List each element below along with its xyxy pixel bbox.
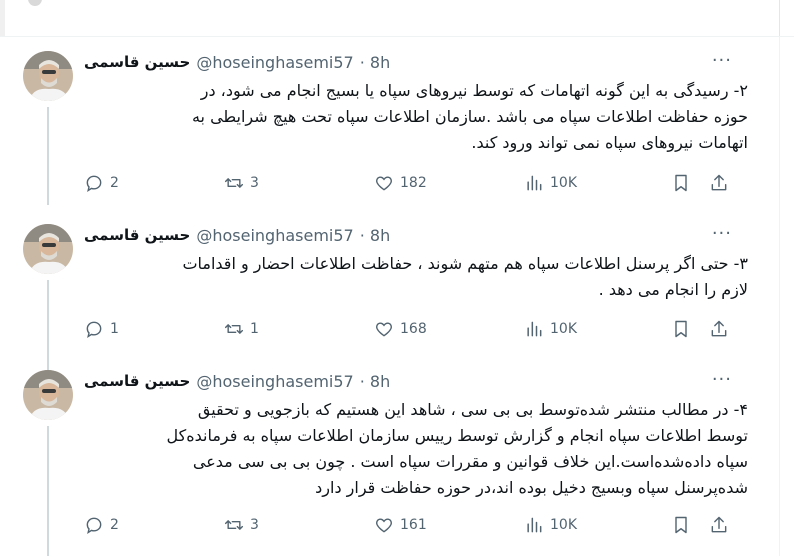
display-name[interactable]: حسین قاسمی xyxy=(84,226,190,244)
bookmark-button[interactable] xyxy=(671,513,691,537)
share-button[interactable] xyxy=(709,171,729,195)
timestamp[interactable]: · 8h xyxy=(360,226,391,245)
tweet-text-line: حوزه حفاظت اطلاعات سپاه می باشد .سازمان … xyxy=(191,107,748,126)
tweet-text-line: ۴- در مطالب منتشر شده‌توسط بی بی سی ، شا… xyxy=(197,400,748,419)
avatar-edge xyxy=(28,0,42,6)
tweet-text: ۴- در مطالب منتشر شده‌توسط بی بی سی ، شا… xyxy=(84,397,748,501)
tweet-header: حسین قاسمی @hoseinghasemi57 · 8h xyxy=(84,51,390,73)
like-count: 182 xyxy=(400,175,427,191)
views-button[interactable]: 10K xyxy=(524,317,577,341)
tweet-text: ۳- حتی اگر پرسنل اطلاعات سپاه هم متهم شو… xyxy=(84,251,748,303)
share-button[interactable] xyxy=(709,513,729,537)
tweet[interactable]: حسین قاسمی @hoseinghasemi57 · 8h ··· ۳- … xyxy=(0,224,794,374)
tweet-actions: 1 1 168 10K xyxy=(84,317,744,341)
reply-icon xyxy=(86,321,102,339)
share-button[interactable] xyxy=(709,317,729,341)
analytics-icon xyxy=(527,517,542,533)
retweet-count: 3 xyxy=(250,517,259,533)
retweet-icon xyxy=(224,178,244,188)
display-name[interactable]: حسین قاسمی xyxy=(84,53,190,71)
tweet-text-line: اتهامات نیروهای سپاه نمی تواند ورود کند. xyxy=(471,133,748,152)
avatar[interactable] xyxy=(23,51,73,101)
reply-button[interactable]: 1 xyxy=(84,317,119,341)
timestamp[interactable]: · 8h xyxy=(360,372,391,391)
divider xyxy=(779,0,780,36)
previous-tweet-edge xyxy=(0,0,794,37)
tweet-actions: 2 3 161 10K xyxy=(84,513,744,537)
username[interactable]: @hoseinghasemi57 xyxy=(196,372,353,391)
thread-connector xyxy=(47,426,49,556)
like-count: 161 xyxy=(400,517,427,533)
like-count: 168 xyxy=(400,321,427,337)
views-button[interactable]: 10K xyxy=(524,171,577,195)
retweet-button[interactable]: 3 xyxy=(224,171,259,195)
like-button[interactable]: 168 xyxy=(374,317,427,341)
username[interactable]: @hoseinghasemi57 xyxy=(196,53,353,72)
tweet-header: حسین قاسمی @hoseinghasemi57 · 8h xyxy=(84,370,390,392)
heart-icon xyxy=(376,176,392,191)
more-options-icon[interactable]: ··· xyxy=(712,224,732,244)
reply-icon xyxy=(86,175,102,193)
retweet-icon xyxy=(224,520,244,530)
avatar[interactable] xyxy=(23,370,73,420)
tweet-text-line: شده‌پرسنل سپاه وبسیج دخیل بوده اند،در حو… xyxy=(315,478,748,497)
username[interactable]: @hoseinghasemi57 xyxy=(196,226,353,245)
retweet-button[interactable]: 1 xyxy=(224,317,259,341)
tweet-text-line: لازم را انجام می دهد . xyxy=(598,280,748,299)
more-options-icon[interactable]: ··· xyxy=(712,370,732,390)
more-options-icon[interactable]: ··· xyxy=(712,51,732,71)
bookmark-button[interactable] xyxy=(671,171,691,195)
timestamp[interactable]: · 8h xyxy=(360,53,391,72)
bookmark-icon xyxy=(675,320,687,338)
tweet-text-line: ۲- رسیدگی به این گونه اتهامات که توسط نی… xyxy=(200,81,748,100)
thread-connector xyxy=(47,107,49,205)
view-count: 10K xyxy=(550,517,577,533)
divider xyxy=(0,0,5,36)
tweet[interactable]: حسین قاسمی @hoseinghasemi57 · 8h ··· ۲- … xyxy=(0,51,794,205)
retweet-count: 3 xyxy=(250,175,259,191)
share-icon xyxy=(711,516,727,533)
like-button[interactable]: 161 xyxy=(374,513,427,537)
heart-icon xyxy=(376,322,392,337)
thread-connector xyxy=(47,280,49,374)
view-count: 10K xyxy=(550,175,577,191)
views-button[interactable]: 10K xyxy=(524,513,577,537)
heart-icon xyxy=(376,518,392,533)
timeline: حسین قاسمی @hoseinghasemi57 · 8h ··· ۲- … xyxy=(0,0,794,556)
retweet-icon xyxy=(224,324,244,334)
tweet-text-line: توسط اطلاعات سپاه انجام و گزارش توسط ریی… xyxy=(166,426,748,445)
avatar[interactable] xyxy=(23,224,73,274)
reply-count: 2 xyxy=(110,517,119,533)
share-icon xyxy=(711,320,727,337)
share-icon xyxy=(711,174,727,191)
view-count: 10K xyxy=(550,321,577,337)
bookmark-button[interactable] xyxy=(671,317,691,341)
reply-icon xyxy=(86,517,102,535)
reply-button[interactable]: 2 xyxy=(84,513,119,537)
display-name[interactable]: حسین قاسمی xyxy=(84,372,190,390)
like-button[interactable]: 182 xyxy=(374,171,427,195)
tweet-header: حسین قاسمی @hoseinghasemi57 · 8h xyxy=(84,224,390,246)
analytics-icon xyxy=(527,321,542,337)
bookmark-icon xyxy=(675,516,687,534)
retweet-count: 1 xyxy=(250,321,259,337)
reply-count: 2 xyxy=(110,175,119,191)
tweet-text-line: سپاه داده‌شده‌است.این خلاف قوانین و مقرر… xyxy=(192,452,748,471)
tweet[interactable]: حسین قاسمی @hoseinghasemi57 · 8h ··· ۴- … xyxy=(0,370,794,556)
analytics-icon xyxy=(527,175,542,191)
tweet-text: ۲- رسیدگی به این گونه اتهامات که توسط نی… xyxy=(84,78,748,156)
tweet-text-line: ۳- حتی اگر پرسنل اطلاعات سپاه هم متهم شو… xyxy=(182,254,748,273)
reply-button[interactable]: 2 xyxy=(84,171,119,195)
bookmark-icon xyxy=(675,174,687,192)
retweet-button[interactable]: 3 xyxy=(224,513,259,537)
reply-count: 1 xyxy=(110,321,119,337)
tweet-actions: 2 3 182 10K xyxy=(84,171,744,195)
